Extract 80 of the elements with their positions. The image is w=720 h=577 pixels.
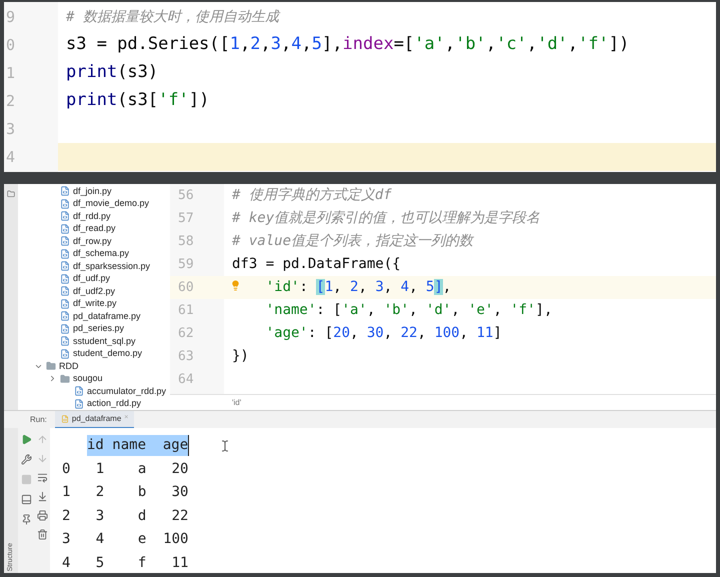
line-number: 60 (178, 278, 194, 297)
scroll-to-end-icon[interactable] (36, 491, 48, 502)
pin-icon[interactable] (20, 514, 32, 525)
line-number: 4 (6, 146, 16, 168)
tree-item-label[interactable]: RDD (59, 362, 78, 371)
console-row-text: 3 4 e 100 (62, 530, 188, 550)
tree-item-label[interactable]: sstudent_sql.py (73, 336, 136, 346)
tree-item-label[interactable]: df_read.py (73, 224, 116, 234)
tree-item-label[interactable]: df_row.py (73, 236, 112, 246)
code-comment: # key值就是列索引的值，也可以理解为是字段名 (232, 209, 540, 228)
code-line: 'name': ['a', 'b', 'd', 'e', 'f'], (264, 301, 552, 320)
line-number: 1 (6, 62, 16, 84)
tree-item-label[interactable]: student_demo.py (73, 349, 142, 358)
run-label: Run: (30, 414, 47, 426)
tree-item-label[interactable]: df_rdd.py (73, 212, 111, 221)
wrench-icon[interactable] (20, 454, 32, 465)
code-line: print(s3) (66, 61, 158, 84)
tree-item-label[interactable]: df_udf2.py (73, 286, 116, 296)
python-file-icon (74, 398, 84, 409)
python-file-icon (60, 274, 70, 284)
tree-item-label[interactable]: accumulator_rdd.py (87, 386, 166, 396)
trash-icon[interactable] (36, 529, 48, 540)
layout-icon[interactable] (20, 494, 32, 505)
tree-item-label[interactable]: pd_dataframe.py (73, 312, 141, 321)
line-number: 9 (6, 6, 16, 28)
python-file-icon (60, 336, 70, 346)
code-line: print(s3['f']) (66, 89, 210, 112)
folder-icon (60, 374, 70, 384)
project-tool-icon[interactable] (7, 190, 15, 198)
python-file-icon (60, 186, 70, 196)
code-comment: # value值是个列表，指定这一列的数 (232, 232, 474, 251)
line-number: 58 (178, 232, 194, 251)
python-file-icon (60, 298, 70, 309)
tree-item-label[interactable]: action_rdd.py (87, 399, 142, 408)
console-row-text: 4 5 f 11 (62, 554, 188, 573)
python-file-icon (60, 324, 70, 334)
wrap-text-icon[interactable] (36, 472, 48, 483)
tree-item-label[interactable]: df_udf.py (73, 274, 110, 284)
tree-item-label[interactable]: df_join.py (73, 186, 112, 196)
console-header: id name age (87, 435, 190, 456)
python-file-icon (60, 414, 69, 422)
console-row-text: 2 3 d 22 (62, 506, 188, 526)
python-file-icon (60, 248, 70, 259)
run-icon[interactable] (20, 434, 32, 445)
code-line: df3 = pd.DataFrame({ (232, 255, 401, 274)
tree-item-label[interactable]: df_sparksession.py (73, 262, 150, 271)
code-line: s3 = pd.Series([1,2,3,4,5],index=['a','b','c','d','f']) (66, 33, 630, 56)
python-file-icon (60, 236, 70, 246)
printer-icon[interactable] (36, 510, 48, 521)
line-number: 3 (6, 118, 16, 140)
tree-item-label[interactable]: df_schema.py (73, 249, 130, 258)
python-file-icon (60, 198, 70, 209)
line-number: 56 (178, 186, 194, 205)
line-number: 64 (178, 370, 194, 389)
python-file-icon (60, 211, 70, 222)
code-comment: # 使用字典的方式定义df (232, 186, 392, 205)
tree-item-label[interactable]: sougou (73, 374, 103, 384)
line-number: 2 (6, 90, 16, 112)
tree-item-label[interactable]: df_write.py (73, 299, 117, 308)
python-file-icon (60, 261, 70, 272)
code-comment: # 数据据量较大时，使用自动生成 (66, 8, 279, 26)
console-row-text: 0 1 a 20 (62, 460, 188, 479)
code-line: 'age': [20, 30, 22, 100, 11] (264, 324, 502, 343)
line-number: 61 (178, 302, 194, 320)
tree-item-label[interactable]: df_movie_demo.py (73, 199, 150, 208)
line-number: 59 (178, 256, 194, 274)
python-file-icon (60, 311, 70, 322)
line-number: 62 (178, 324, 194, 343)
line-number: 0 (6, 34, 16, 56)
line-number: 57 (178, 210, 194, 228)
python-file-icon (74, 386, 84, 396)
breadcrumb[interactable]: 'id' (232, 396, 242, 408)
python-file-icon (60, 224, 70, 234)
folder-icon (46, 361, 56, 372)
line-number: 63 (178, 348, 194, 366)
code-line: }) (232, 347, 249, 366)
python-file-icon (60, 348, 70, 359)
tree-item-label[interactable]: pd_series.py (73, 324, 124, 334)
python-file-icon (60, 286, 70, 296)
console-row-text: 1 2 b 30 (62, 483, 188, 502)
